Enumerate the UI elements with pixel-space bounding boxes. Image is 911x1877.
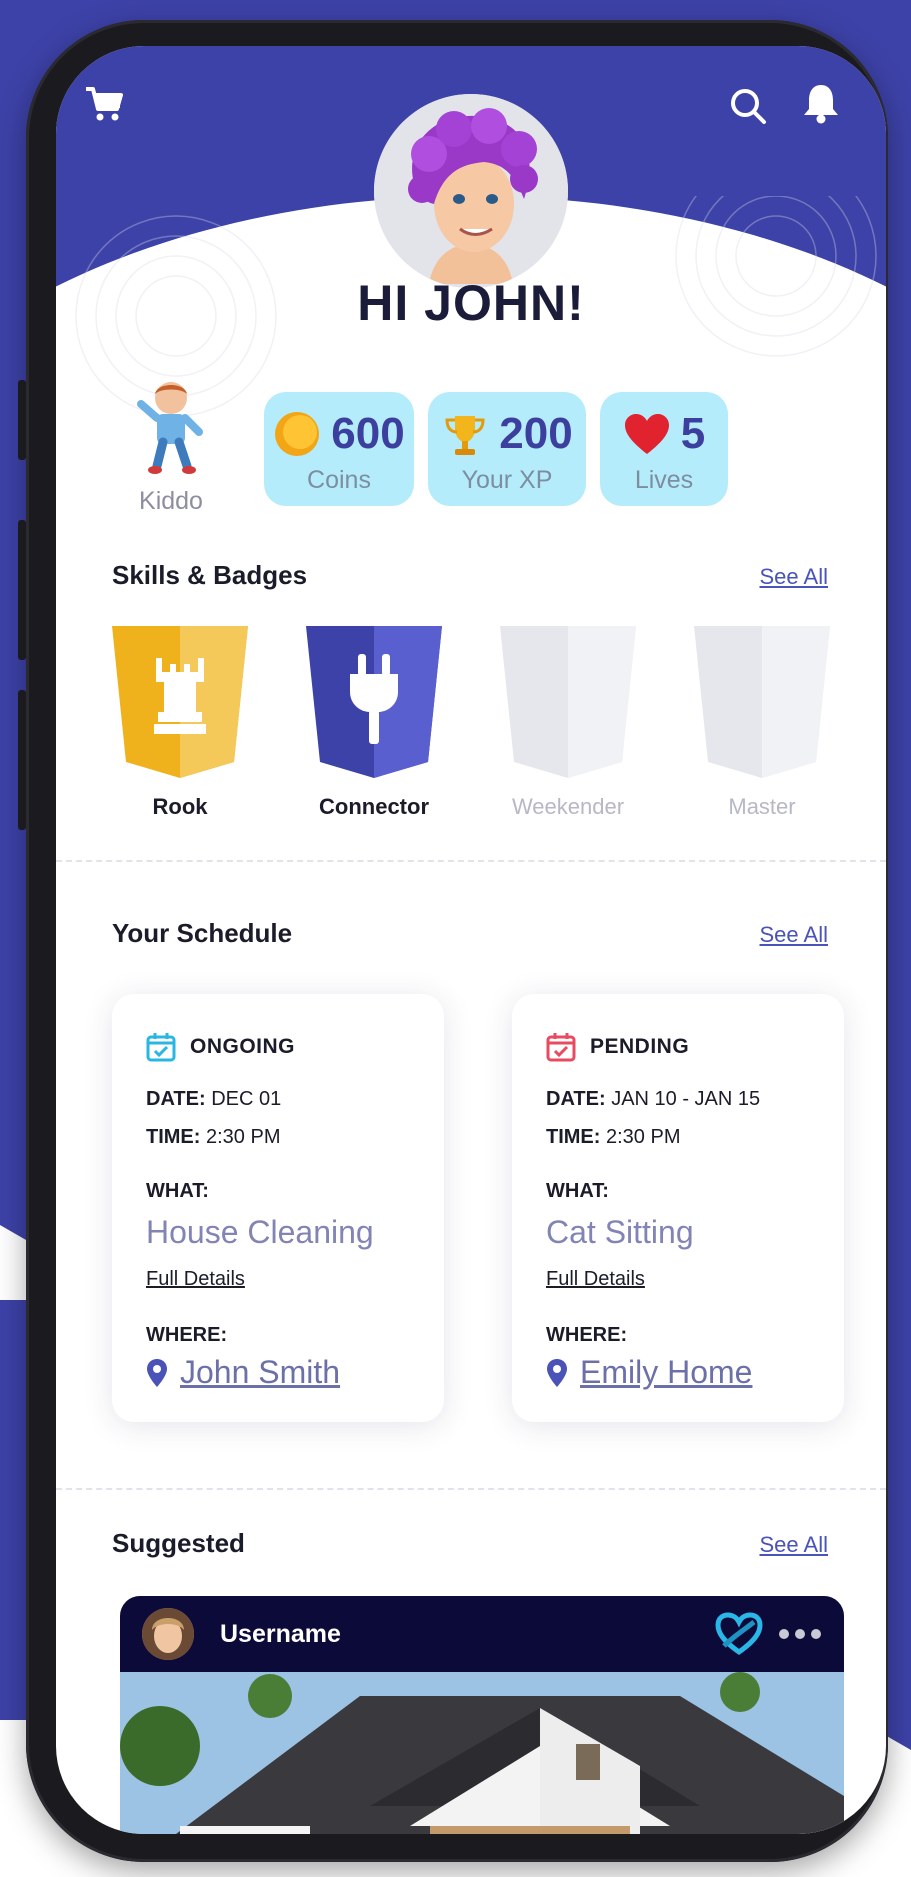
calendar-check-icon <box>146 1033 176 1062</box>
skills-see-all-link[interactable]: See All <box>760 564 829 590</box>
schedule-card-pending[interactable]: PENDING DATE: JAN 10 - JAN 15 TIME: 2:30… <box>512 994 844 1422</box>
badge-label: Weekender <box>511 794 625 819</box>
where-label: WHERE: <box>146 1324 228 1346</box>
time-value: 2:30 PM <box>606 1126 681 1148</box>
locked-badge-icon <box>694 626 830 778</box>
skills-title: Skills & Badges <box>112 560 308 590</box>
time-value: 2:30 PM <box>206 1126 281 1148</box>
badge-weekender[interactable]: Weekender <box>498 624 638 820</box>
date-label: DATE: <box>146 1088 206 1110</box>
section-divider <box>56 860 886 862</box>
lives-stat[interactable]: 5 Lives <box>600 392 728 506</box>
plug-icon <box>306 626 442 778</box>
greeting-title: HI JOHN! <box>357 275 585 331</box>
coin-icon <box>275 412 320 456</box>
heart-icon <box>624 414 669 454</box>
location-link[interactable]: John Smith <box>146 1354 340 1391</box>
phone-side-button <box>18 690 26 830</box>
date-value: DEC 01 <box>211 1088 282 1110</box>
section-divider <box>56 1488 886 1490</box>
location-text: John Smith <box>180 1354 341 1390</box>
time-label: TIME: <box>146 1126 201 1148</box>
locked-badge-icon <box>500 626 636 778</box>
status-label: PENDING <box>590 1035 690 1058</box>
suggested-title: Suggested <box>112 1528 245 1558</box>
badge-label: Master <box>728 794 796 819</box>
xp-label: Your XP <box>461 466 553 494</box>
location-pin-icon <box>547 1358 567 1387</box>
cart-icon[interactable] <box>80 80 128 128</box>
phone-side-button <box>18 380 26 460</box>
date-label: DATE: <box>546 1088 606 1110</box>
coins-label: Coins <box>307 466 371 494</box>
what-label: WHAT: <box>146 1180 209 1202</box>
badge-rook[interactable]: Rook <box>110 624 250 820</box>
location-pin-icon <box>147 1358 167 1387</box>
schedule-see-all-link[interactable]: See All <box>760 922 829 948</box>
more-options-icon[interactable] <box>778 1628 822 1640</box>
phone-side-button <box>18 520 26 660</box>
heart-link-icon[interactable] <box>714 1612 764 1656</box>
bell-icon[interactable] <box>798 80 844 126</box>
post-header: Username <box>120 1596 844 1672</box>
badge-connector[interactable]: Connector <box>304 624 444 820</box>
where-label: WHERE: <box>546 1324 628 1346</box>
task-title: Cat Sitting <box>546 1214 694 1250</box>
kiddo-label: Kiddo <box>139 487 203 515</box>
suggested-post-card[interactable]: Username <box>120 1596 844 1834</box>
task-title: House Cleaning <box>146 1214 374 1250</box>
badge-label: Connector <box>319 794 429 819</box>
kiddo-avatar <box>137 382 203 474</box>
calendar-check-icon <box>546 1033 576 1062</box>
badge-master[interactable]: Master <box>692 624 832 820</box>
lives-value: 5 <box>680 409 706 458</box>
schedule-card-ongoing[interactable]: ONGOING DATE: DEC 01 TIME: 2:30 PM WHAT:… <box>112 994 444 1422</box>
badge-label: Rook <box>152 794 208 819</box>
location-link[interactable]: Emily Home <box>546 1354 752 1391</box>
date-value: JAN 10 - JAN 15 <box>611 1088 761 1110</box>
what-label: WHAT: <box>546 1180 609 1202</box>
coins-value: 600 <box>331 409 405 458</box>
time-label: TIME: <box>546 1126 601 1148</box>
location-text: Emily Home <box>580 1354 753 1390</box>
post-username[interactable]: Username <box>220 1620 341 1649</box>
user-avatar[interactable] <box>142 1608 194 1660</box>
status-label: ONGOING <box>190 1035 296 1058</box>
lives-label: Lives <box>634 466 694 494</box>
trophy-icon <box>445 416 485 455</box>
suggested-see-all-link[interactable]: See All <box>760 1532 829 1558</box>
rook-icon <box>112 626 248 778</box>
coins-stat[interactable]: 600 Coins <box>264 392 414 506</box>
xp-value: 200 <box>499 409 573 458</box>
search-icon[interactable] <box>726 84 770 128</box>
full-details-link[interactable]: Full Details <box>146 1268 245 1291</box>
schedule-title: Your Schedule <box>112 918 293 948</box>
xp-stat[interactable]: 200 Your XP <box>428 392 586 506</box>
avatar[interactable] <box>374 94 568 288</box>
app-screen: HI JOHN! Kiddo 600 Coins 200 Your XP 5 L… <box>56 46 886 1834</box>
full-details-link[interactable]: Full Details <box>546 1268 645 1291</box>
kiddo-profile[interactable]: Kiddo <box>106 376 236 516</box>
